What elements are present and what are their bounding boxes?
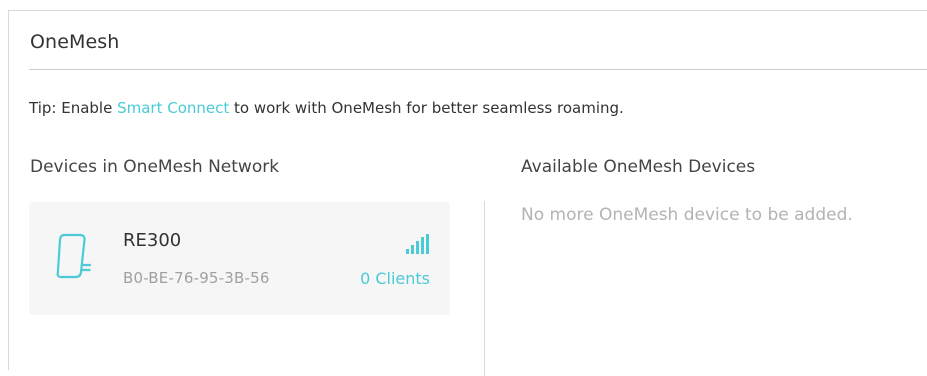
device-card[interactable]: RE300 B0-BE-76-95-3B-56 0 Clients [29, 202, 450, 315]
title-divider [29, 69, 927, 70]
no-available-devices-message: No more OneMesh device to be added. [521, 205, 853, 225]
tip-prefix: Tip: Enable [29, 99, 118, 117]
section-divider [484, 201, 485, 376]
available-devices-heading: Available OneMesh Devices [521, 157, 756, 177]
tip-text: Tip: Enable Smart Connect to work with O… [29, 99, 624, 117]
tip-suffix: to work with OneMesh for better seamless… [229, 99, 624, 117]
clients-link[interactable]: 0 Clients [360, 269, 430, 288]
device-name: RE300 [123, 230, 182, 251]
devices-in-network-heading: Devices in OneMesh Network [30, 157, 280, 177]
device-mac-address: B0-BE-76-95-3B-56 [123, 269, 270, 287]
range-extender-icon [55, 232, 95, 282]
panel-title: OneMesh [30, 31, 120, 53]
onemesh-panel: OneMesh Tip: Enable Smart Connect to wor… [8, 10, 927, 376]
signal-strength-icon [406, 234, 430, 254]
smart-connect-link[interactable]: Smart Connect [117, 99, 229, 117]
